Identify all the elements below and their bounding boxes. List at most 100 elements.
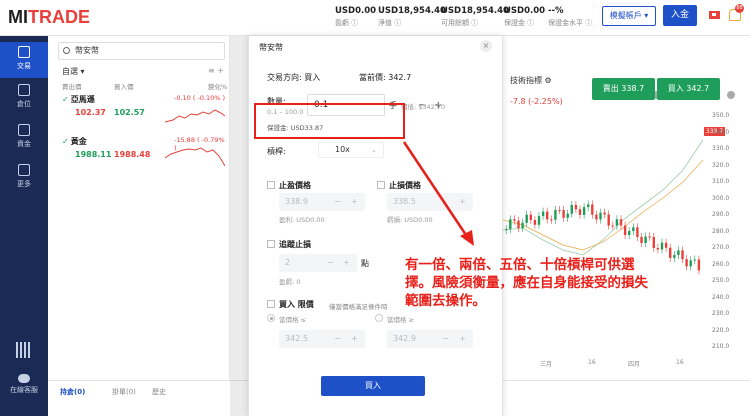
limit-le-input[interactable]: 342.5− + [279, 330, 365, 348]
sidebar-item-positions[interactable]: 倉位 [0, 80, 48, 116]
top-bar: MITRADE USD0.00 盈虧 ⓘ USD18,954.40 淨值 ⓘ USD… [0, 0, 750, 36]
wallet-icon [18, 124, 30, 136]
sidebar-item-trade[interactable]: 交易 [0, 42, 48, 78]
list-item-gold[interactable]: ✓ 黃金 [62, 136, 87, 147]
candle-body [660, 242, 664, 250]
y-tick: 220.0 [712, 326, 730, 334]
stop-loss-checkbox[interactable] [377, 181, 385, 189]
y-tick: 210.0 [712, 343, 730, 350]
sidebar-item-more[interactable]: 更多 [0, 160, 48, 196]
limit-ge-label: 當價格 ≥ [387, 316, 415, 324]
qty-value-note: 價值: $342.70 [401, 103, 446, 111]
sidebar-item-funds[interactable]: 資金 [0, 120, 48, 156]
take-profit-note: 盈利: USD0.00 [279, 216, 325, 224]
candle-body [505, 229, 508, 231]
trailing-stop-label: 追蹤止損 [279, 240, 311, 249]
leverage-select[interactable]: 10x ⌄ [318, 142, 384, 158]
limit-ge-input[interactable]: 342.9− + [387, 330, 473, 348]
candle-body [681, 250, 684, 260]
candle-body [566, 213, 569, 218]
chart-buy-button[interactable]: 買入 342.7 [657, 78, 720, 100]
candle-body [644, 236, 647, 243]
y-tick: 300.0 [712, 194, 730, 202]
candle-body [677, 250, 680, 256]
take-profit-checkbox[interactable] [267, 181, 275, 189]
qr-code-icon[interactable] [16, 342, 32, 358]
candle-body [546, 211, 549, 220]
candle-body [513, 219, 516, 221]
amazon-sell: 102.37 [75, 108, 106, 117]
candle-body [521, 222, 524, 229]
limit-ge-radio[interactable] [375, 314, 383, 322]
info-icon[interactable] [727, 91, 735, 99]
account-type-button[interactable]: 模擬帳戶 ▾ [602, 6, 656, 26]
amazon-change: -0.10 ( -0.10% ) [174, 94, 226, 102]
candle-body [623, 225, 627, 235]
trailing-stop-input[interactable]: 2− + [279, 254, 357, 272]
logo-black: MI [8, 7, 28, 27]
limit-order-label: 買入 限價 [279, 300, 314, 309]
candle-body [693, 259, 696, 261]
limit-le-radio[interactable] [267, 314, 275, 322]
candle-body [664, 242, 668, 248]
annotation-text: 有一倍、兩倍、五倍、十倍槓桿可供選擇。風險須衡量，應在自身能接受的損失範圍去操作… [405, 257, 648, 309]
language-flag-icon[interactable] [709, 11, 720, 19]
indicators-button[interactable]: 技術指標 ⚙ [510, 75, 552, 86]
candle-body [533, 220, 537, 225]
y-tick: 340.0 [712, 128, 730, 136]
candle-body [541, 211, 545, 217]
candlestick-chart [503, 139, 703, 275]
x-tick: 三月 [540, 361, 553, 368]
x-tick: 16 [676, 359, 684, 366]
candle-body [570, 204, 573, 214]
dialog-title: 幣安幣 [259, 43, 283, 52]
trailing-stop-checkbox[interactable] [267, 240, 275, 248]
take-profit-label: 止盈價格 [279, 181, 311, 190]
candle-body [517, 220, 520, 229]
tab-open-positions[interactable]: 持倉(0) [60, 387, 85, 397]
candle-body [689, 260, 692, 267]
col-change: 變化% [208, 83, 228, 91]
list-item-amazon[interactable]: ✓ 亞馬遜 [62, 94, 95, 105]
tab-pending-orders[interactable]: 掛單(0) [112, 387, 136, 397]
gold-sparkline [165, 147, 225, 167]
watchlist-tab[interactable]: 自選 ▾ [62, 66, 85, 77]
candle-body [652, 236, 655, 248]
candle-body [529, 214, 532, 221]
candle-body [595, 214, 598, 220]
candle-body [611, 225, 614, 227]
candle-body [628, 231, 631, 235]
brand-logo[interactable]: MITRADE [8, 7, 90, 28]
x-tick: 16 [588, 359, 596, 366]
search-input[interactable]: 幣安幣 [58, 42, 225, 60]
candle-body [648, 236, 651, 238]
tab-history[interactable]: 歷史 [152, 387, 166, 397]
current-price-row: 當前價: 342.7 [359, 73, 412, 82]
candle-body [587, 204, 590, 208]
buy-submit-button[interactable]: 買入 [321, 376, 425, 396]
candle-body [615, 219, 619, 226]
y-tick: 320.0 [712, 161, 730, 169]
deposit-button[interactable]: 入金 [663, 5, 697, 26]
candle-body [697, 259, 701, 271]
candle-body [554, 209, 557, 220]
leverage-label: 槓桿: [267, 147, 286, 156]
candle-body [603, 212, 606, 215]
candle-body [632, 227, 635, 232]
gold-sell: 1988.11 [75, 150, 112, 159]
y-tick: 290.0 [712, 211, 730, 218]
customer-service-button[interactable]: 在線客服 [0, 372, 48, 408]
col-buy: 買入價 [114, 83, 134, 91]
chat-icon [18, 374, 30, 383]
candle-body [509, 219, 512, 230]
take-profit-input[interactable]: 338.9− + [279, 193, 365, 211]
price-axis: 350.0 340.0 330.0 320.0 310.0 300.0 290.0 280.0… [703, 100, 750, 350]
watchlist-tools[interactable]: ≡ + [208, 66, 224, 75]
candle-body [607, 214, 610, 226]
x-tick: 四月 [628, 361, 641, 368]
limit-order-checkbox[interactable] [267, 300, 275, 308]
close-icon[interactable]: × [480, 40, 492, 52]
chart-sell-button[interactable]: 賣出 338.7 [592, 78, 655, 100]
trailing-note: 盈虧: 0 [279, 278, 301, 286]
y-tick: 270.0 [712, 244, 730, 251]
